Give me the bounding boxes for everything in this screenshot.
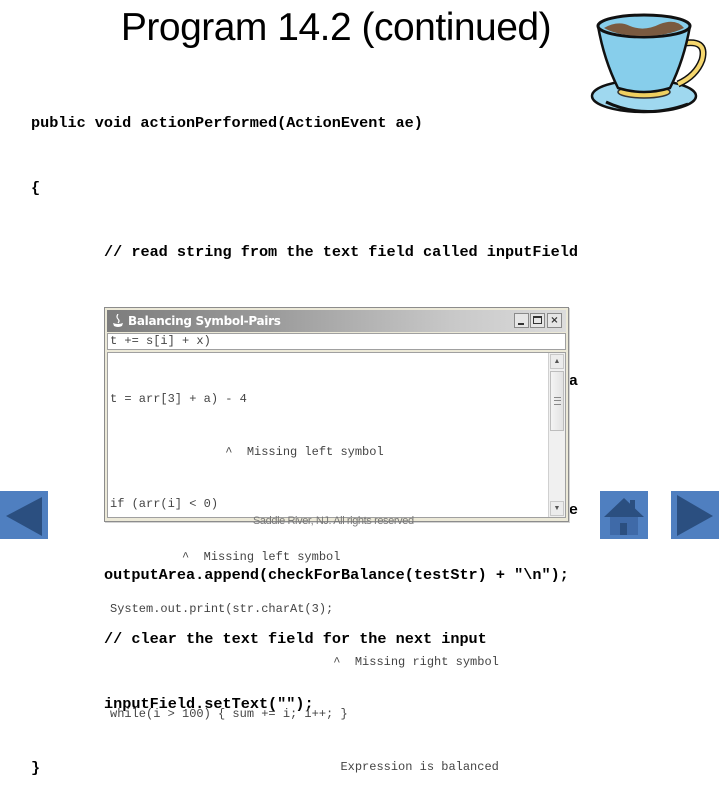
- output-line: while(i > 100) { sum += i; i++; }: [110, 707, 348, 721]
- triangle-left-icon: [6, 497, 42, 536]
- home-button[interactable]: [600, 491, 648, 539]
- coffee-cup-icon: [590, 13, 707, 114]
- next-slide-button[interactable]: [671, 491, 719, 539]
- previous-slide-button[interactable]: [0, 491, 48, 539]
- output-line: t = arr[3] + a) - 4: [110, 392, 247, 406]
- input-field[interactable]: t += s[i] + x): [107, 333, 566, 350]
- scrollbar-thumb[interactable]: [550, 371, 564, 431]
- java-cup-icon: [113, 314, 123, 327]
- triangle-right-icon: [677, 495, 713, 536]
- code-line: {: [31, 178, 41, 197]
- arrow-down-icon: ▼: [553, 505, 561, 512]
- window-title: Balancing Symbol-Pairs: [128, 314, 281, 328]
- output-line: System.out.print(str.charAt(3);: [110, 602, 334, 616]
- minimize-button[interactable]: [514, 313, 529, 328]
- maximize-button[interactable]: [530, 313, 545, 328]
- app-window: Balancing Symbol-Pairs × t += s[i] + x) …: [104, 307, 569, 774]
- close-button[interactable]: ×: [547, 313, 562, 328]
- code-line: // read string from the text field calle…: [104, 243, 578, 261]
- grip-icon: [554, 397, 561, 405]
- slide-title: Program 14.2 (continued): [120, 6, 552, 49]
- scroll-down-button[interactable]: ▼: [550, 501, 564, 516]
- window-titlebar[interactable]: Balancing Symbol-Pairs ×: [107, 310, 566, 332]
- output-area[interactable]: t = arr[3] + a) - 4 ^ Missing left symbo…: [107, 352, 566, 774]
- minimize-icon: [518, 323, 524, 325]
- maximize-icon: [533, 316, 542, 324]
- close-icon: ×: [550, 315, 559, 326]
- output-line: ^ Missing left symbol: [110, 444, 384, 459]
- footer-text: Saddle River, NJ. All rights reserved: [253, 515, 414, 527]
- output-line: Expression is balanced: [110, 759, 499, 774]
- arrow-up-icon: ▲: [553, 358, 561, 365]
- output-line: ^ Missing right symbol: [110, 654, 499, 669]
- vertical-scrollbar[interactable]: ▲ ▼: [548, 353, 565, 517]
- home-icon: [604, 498, 644, 535]
- code-line: public void actionPerformed(ActionEvent …: [31, 114, 423, 132]
- scroll-up-button[interactable]: ▲: [550, 354, 564, 369]
- output-line: ^ Missing left symbol: [110, 549, 341, 564]
- output-line: if (arr(i] < 0): [110, 497, 219, 511]
